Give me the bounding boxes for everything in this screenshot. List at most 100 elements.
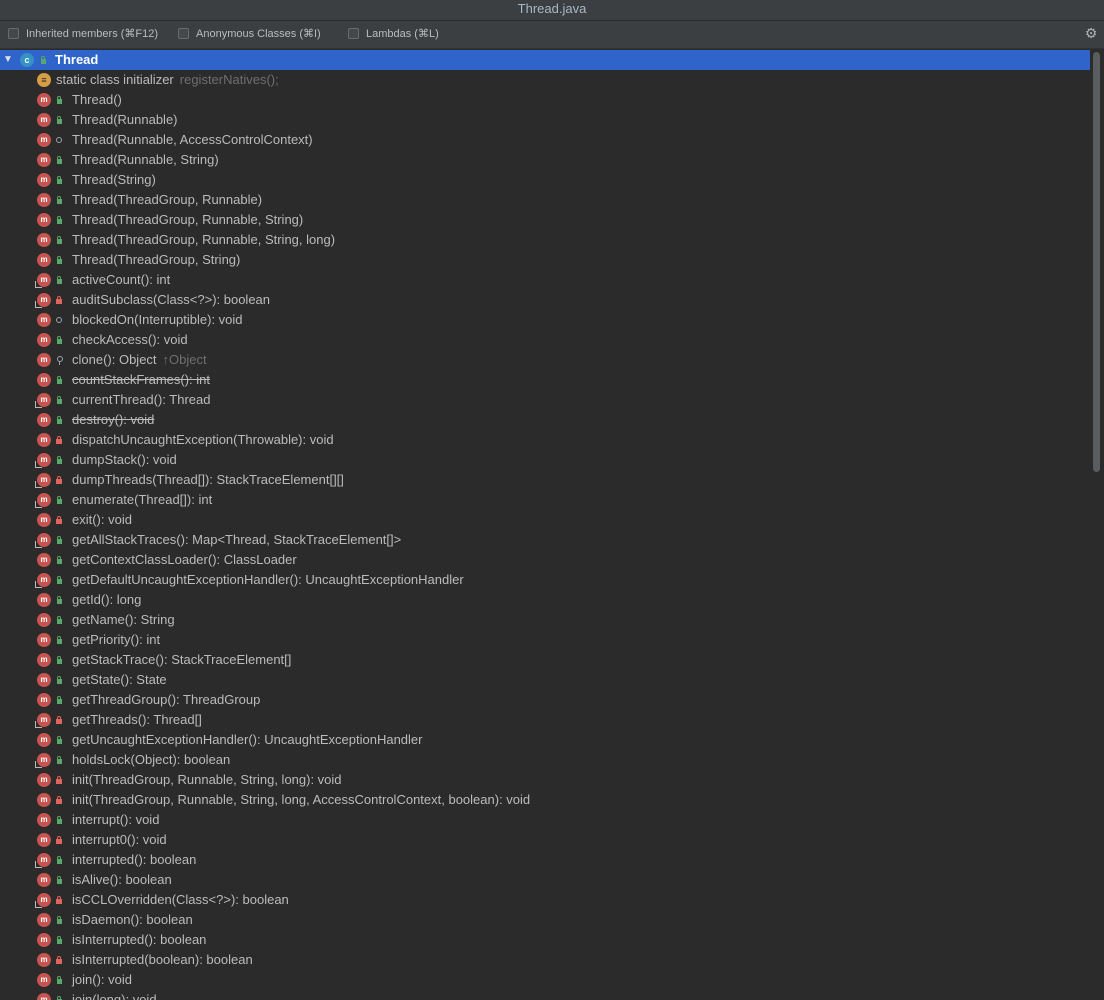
method-icon: m bbox=[37, 653, 51, 667]
checkbox-box[interactable] bbox=[348, 28, 359, 39]
package-access-icon bbox=[55, 136, 63, 144]
member-signature: countStackFrames(): int bbox=[72, 372, 210, 387]
tree-item-member[interactable]: m isDaemon(): boolean bbox=[0, 910, 1090, 930]
tree-item-member[interactable]: m interrupt(): void bbox=[0, 810, 1090, 830]
member-signature: getId(): long bbox=[72, 592, 142, 607]
tree-item-member[interactable]: m dispatchUncaughtException(Throwable): v… bbox=[0, 430, 1090, 450]
tree-item-label: join(long): void bbox=[72, 990, 157, 1000]
public-access-icon bbox=[55, 176, 63, 184]
tree-item-member[interactable]: m isCCLOverridden(Class<?>): boolean bbox=[0, 890, 1090, 910]
tree-item-member[interactable]: m Thread(Runnable, AccessControlContext) bbox=[0, 130, 1090, 150]
tree-item-member[interactable]: m join(): void bbox=[0, 970, 1090, 990]
method-icon: m bbox=[37, 833, 51, 847]
tree-item-member[interactable]: m Thread() bbox=[0, 90, 1090, 110]
tree-item-member[interactable]: m getAllStackTraces(): Map<Thread, StackT… bbox=[0, 530, 1090, 550]
tree-item-member[interactable]: m getDefaultUncaughtExceptionHandler(): U… bbox=[0, 570, 1090, 590]
tree-item-member[interactable]: m getName(): String bbox=[0, 610, 1090, 630]
tree-item-member[interactable]: m getContextClassLoader(): ClassLoader bbox=[0, 550, 1090, 570]
inherited-members-checkbox[interactable]: Inherited members (⌘F12) bbox=[8, 27, 158, 40]
lambdas-checkbox[interactable]: Lambdas (⌘L) bbox=[348, 27, 439, 40]
method-icon: m bbox=[37, 873, 51, 887]
private-access-icon bbox=[55, 436, 63, 444]
public-access-icon bbox=[55, 876, 63, 884]
method-icon: m bbox=[37, 973, 51, 987]
method-icon: m bbox=[37, 433, 51, 447]
tree-root-thread-class[interactable]: ▼ c Thread bbox=[0, 50, 1090, 70]
tree-item-member[interactable]: m init(ThreadGroup, Runnable, String, lon… bbox=[0, 770, 1090, 790]
method-icon: m bbox=[37, 953, 51, 967]
member-signature: Thread(Runnable, String) bbox=[72, 152, 219, 167]
tree-item-member[interactable]: m exit(): void bbox=[0, 510, 1090, 530]
tree-item-member[interactable]: m Thread(String) bbox=[0, 170, 1090, 190]
anonymous-classes-checkbox[interactable]: Anonymous Classes (⌘I) bbox=[178, 27, 321, 40]
member-signature: getName(): String bbox=[72, 612, 175, 627]
member-signature: getThreads(): Thread[] bbox=[72, 712, 202, 727]
public-access-icon bbox=[55, 196, 63, 204]
tree-item-member[interactable]: m isInterrupted(): boolean bbox=[0, 930, 1090, 950]
tree-item-member[interactable]: m dumpStack(): void bbox=[0, 450, 1090, 470]
tree-item-label: getState(): State bbox=[72, 670, 167, 690]
vertical-scrollbar[interactable] bbox=[1093, 52, 1100, 472]
tree-item-member[interactable]: m blockedOn(Interruptible): void bbox=[0, 310, 1090, 330]
tree-item-member[interactable]: m currentThread(): Thread bbox=[0, 390, 1090, 410]
tree-item-member[interactable]: m auditSubclass(Class<?>): boolean bbox=[0, 290, 1090, 310]
tree-item-label: static class initializer registerNatives(… bbox=[56, 70, 279, 90]
private-access-icon bbox=[55, 836, 63, 844]
tree-item-label: destroy(): void bbox=[72, 410, 154, 430]
tree-item-member[interactable]: m Thread(ThreadGroup, Runnable) bbox=[0, 190, 1090, 210]
method-icon: m bbox=[37, 353, 51, 367]
checkbox-box[interactable] bbox=[178, 28, 189, 39]
public-access-icon bbox=[39, 56, 47, 64]
tree-item-label: getThreads(): Thread[] bbox=[72, 710, 202, 730]
tree-item-member[interactable]: m getThreads(): Thread[] bbox=[0, 710, 1090, 730]
method-icon: m bbox=[37, 693, 51, 707]
tree-item-member[interactable]: m join(long): void bbox=[0, 990, 1090, 1000]
tree-item-member[interactable]: m destroy(): void bbox=[0, 410, 1090, 430]
tree-item-member[interactable]: m dumpThreads(Thread[]): StackTraceElemen… bbox=[0, 470, 1090, 490]
tree-item-member[interactable]: m init(ThreadGroup, Runnable, String, lon… bbox=[0, 790, 1090, 810]
tree-item-member[interactable]: m checkAccess(): void bbox=[0, 330, 1090, 350]
tree-item-member[interactable]: m Thread(ThreadGroup, String) bbox=[0, 250, 1090, 270]
tree-item-member[interactable]: m Thread(ThreadGroup, Runnable, String, l… bbox=[0, 230, 1090, 250]
initializer-hint: registerNatives(); bbox=[179, 72, 279, 87]
public-access-icon bbox=[55, 556, 63, 564]
tree-item-label: interrupt0(): void bbox=[72, 830, 167, 850]
tree-item-member[interactable]: m isAlive(): boolean bbox=[0, 870, 1090, 890]
tree-item-member[interactable]: m countStackFrames(): int bbox=[0, 370, 1090, 390]
public-access-icon bbox=[55, 236, 63, 244]
tree-item-member[interactable]: m getThreadGroup(): ThreadGroup bbox=[0, 690, 1090, 710]
tree-item-member[interactable]: m Thread(Runnable, String) bbox=[0, 150, 1090, 170]
initializer-icon: ≡ bbox=[37, 73, 51, 87]
public-access-icon bbox=[55, 936, 63, 944]
tree-item-label: getName(): String bbox=[72, 610, 175, 630]
method-icon: m bbox=[35, 713, 51, 728]
method-icon: m bbox=[37, 313, 51, 327]
gear-icon[interactable]: ⚙ bbox=[1084, 26, 1098, 40]
tree-item-label: exit(): void bbox=[72, 510, 132, 530]
tree-item-member[interactable]: m getPriority(): int bbox=[0, 630, 1090, 650]
method-icon: m bbox=[37, 133, 51, 147]
window-title: Thread.java bbox=[0, 0, 1104, 21]
member-signature: Thread(String) bbox=[72, 172, 156, 187]
tree-item-member[interactable]: m interrupt0(): void bbox=[0, 830, 1090, 850]
method-icon: m bbox=[37, 213, 51, 227]
tree-item-member[interactable]: m Thread(Runnable) bbox=[0, 110, 1090, 130]
tree-item-member[interactable]: m getId(): long bbox=[0, 590, 1090, 610]
tree-item-member[interactable]: m holdsLock(Object): boolean bbox=[0, 750, 1090, 770]
tree-item-member[interactable]: m activeCount(): int bbox=[0, 270, 1090, 290]
method-icon: m bbox=[35, 393, 51, 408]
tree-item-member[interactable]: m getStackTrace(): StackTraceElement[] bbox=[0, 650, 1090, 670]
member-signature: destroy(): void bbox=[72, 412, 155, 427]
tree-item-member[interactable]: m interrupted(): boolean bbox=[0, 850, 1090, 870]
tree-item-member[interactable]: m getUncaughtExceptionHandler(): Uncaught… bbox=[0, 730, 1090, 750]
tree-item-label: checkAccess(): void bbox=[72, 330, 188, 350]
method-icon: m bbox=[37, 793, 51, 807]
tree-item-member[interactable]: m enumerate(Thread[]): int bbox=[0, 490, 1090, 510]
static-initializer-item[interactable]: ≡ static class initializer registerNative… bbox=[0, 70, 1090, 90]
tree-item-member[interactable]: m isInterrupted(boolean): boolean bbox=[0, 950, 1090, 970]
tree-item-member[interactable]: m getState(): State bbox=[0, 670, 1090, 690]
tree-item-member[interactable]: m Thread(ThreadGroup, Runnable, String) bbox=[0, 210, 1090, 230]
chevron-down-icon[interactable]: ▼ bbox=[2, 50, 14, 70]
checkbox-box[interactable] bbox=[8, 28, 19, 39]
tree-item-member[interactable]: m clone(): Object ↑Object bbox=[0, 350, 1090, 370]
